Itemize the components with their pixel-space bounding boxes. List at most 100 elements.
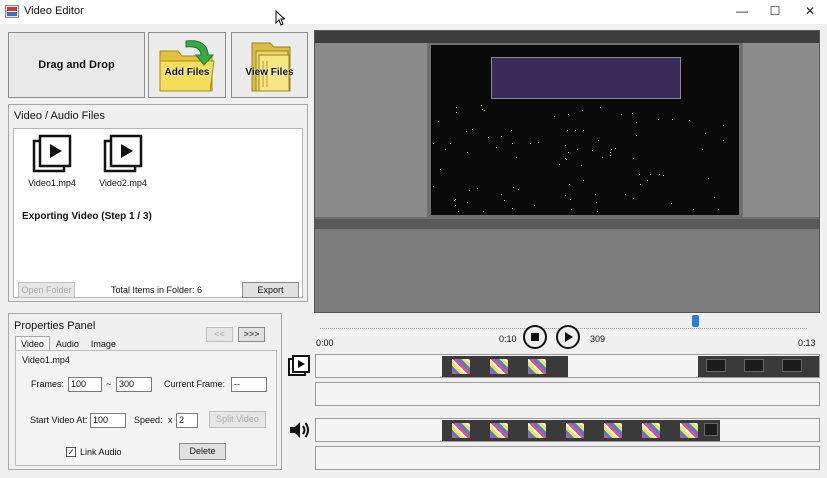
star bbox=[568, 114, 569, 115]
add-files-button[interactable]: Add Files bbox=[148, 32, 226, 98]
frames-to-input[interactable]: 300 bbox=[116, 377, 152, 392]
star bbox=[611, 149, 612, 150]
star bbox=[477, 188, 478, 189]
video-preview[interactable] bbox=[314, 30, 820, 313]
clip-thumbnail bbox=[528, 423, 546, 438]
star bbox=[610, 155, 611, 156]
video-editor-window: Video Editor — ☐ ✕ Drag and Drop Add Fil… bbox=[0, 0, 827, 478]
star bbox=[433, 143, 434, 144]
clip-thumbnail bbox=[782, 359, 802, 372]
star bbox=[633, 158, 634, 159]
star bbox=[482, 109, 483, 110]
star bbox=[583, 180, 584, 181]
star bbox=[501, 194, 502, 195]
drag-and-drop-label: Drag and Drop bbox=[38, 59, 115, 71]
file-name: Video1.mp4 bbox=[28, 178, 76, 188]
secondary-video-track[interactable] bbox=[315, 382, 820, 406]
star bbox=[534, 205, 535, 206]
star bbox=[633, 198, 634, 199]
star bbox=[671, 203, 672, 204]
properties-panel: Properties Panel << >>> Video Audio Imag… bbox=[8, 313, 282, 470]
close-button[interactable]: ✕ bbox=[792, 0, 827, 24]
star bbox=[512, 208, 513, 209]
file-item[interactable]: Video2.mp4 bbox=[88, 134, 158, 188]
start-video-at-label: Start Video At: bbox=[30, 415, 88, 425]
preview-editor-toolbar bbox=[315, 31, 819, 43]
play-icon bbox=[565, 332, 573, 342]
clip-thumbnail bbox=[706, 359, 726, 372]
star bbox=[565, 195, 566, 196]
audio-track[interactable] bbox=[315, 418, 820, 442]
star bbox=[647, 180, 648, 181]
star bbox=[718, 209, 719, 210]
star bbox=[530, 143, 531, 144]
title-bar: Video Editor — ☐ ✕ bbox=[0, 0, 827, 24]
play-button[interactable] bbox=[556, 325, 580, 349]
export-button[interactable]: Export bbox=[242, 282, 299, 298]
star bbox=[597, 211, 598, 212]
star bbox=[571, 209, 572, 210]
mouse-cursor-icon bbox=[275, 10, 285, 26]
split-video-button[interactable]: Split Video bbox=[209, 411, 266, 428]
video-clip[interactable] bbox=[698, 356, 819, 377]
star bbox=[455, 205, 456, 206]
open-folder-button[interactable]: Open Folder bbox=[18, 282, 75, 298]
properties-panel-title: Properties Panel bbox=[14, 320, 96, 332]
star bbox=[472, 129, 473, 130]
frame-number: 309 bbox=[590, 334, 606, 344]
star bbox=[481, 105, 482, 106]
star bbox=[650, 174, 651, 175]
preview-game-menu bbox=[491, 57, 681, 99]
stop-icon bbox=[531, 333, 539, 341]
selected-file-name: Video1.mp4 bbox=[22, 355, 70, 365]
star bbox=[625, 194, 626, 195]
star bbox=[454, 200, 455, 201]
minimize-button[interactable]: — bbox=[724, 0, 760, 24]
star bbox=[440, 169, 441, 170]
current-time: 0:10 bbox=[499, 334, 517, 344]
delete-button[interactable]: Delete bbox=[179, 443, 226, 460]
video-track[interactable] bbox=[315, 354, 820, 378]
next-button[interactable]: >>> bbox=[238, 327, 265, 342]
stop-button[interactable] bbox=[523, 325, 547, 349]
star bbox=[596, 202, 597, 203]
star bbox=[714, 197, 715, 198]
drag-and-drop-zone[interactable]: Drag and Drop bbox=[8, 32, 145, 98]
view-files-button[interactable]: View Files bbox=[231, 32, 308, 98]
audio-clip[interactable] bbox=[442, 420, 720, 441]
start-video-at-input[interactable]: 100 bbox=[90, 413, 126, 428]
maximize-button[interactable]: ☐ bbox=[757, 0, 793, 24]
star bbox=[602, 157, 603, 158]
star bbox=[455, 199, 456, 200]
star bbox=[702, 149, 703, 150]
file-item[interactable]: Video1.mp4 bbox=[17, 134, 87, 188]
star bbox=[512, 143, 513, 144]
star bbox=[636, 135, 637, 136]
star bbox=[456, 107, 457, 108]
video-tab-body: Video1.mp4 Frames: 100 ~ 300 Current Fra… bbox=[15, 350, 277, 466]
star bbox=[705, 133, 706, 134]
star bbox=[575, 130, 576, 131]
star bbox=[438, 121, 439, 122]
star bbox=[610, 152, 611, 153]
link-audio-checkbox[interactable]: ✓ bbox=[66, 447, 76, 457]
star bbox=[433, 186, 434, 187]
total-items-count: Total Items in Folder: 6 bbox=[111, 285, 203, 295]
speed-prefix: x bbox=[168, 415, 173, 425]
previous-button[interactable]: << bbox=[206, 327, 233, 342]
star bbox=[554, 116, 555, 117]
star bbox=[615, 148, 616, 149]
secondary-audio-track[interactable] bbox=[315, 446, 820, 470]
star bbox=[658, 119, 659, 120]
star bbox=[445, 149, 446, 150]
video-clip[interactable] bbox=[442, 356, 568, 377]
frames-from-input[interactable]: 100 bbox=[68, 377, 102, 392]
speed-input[interactable]: 2 bbox=[176, 413, 198, 428]
star bbox=[496, 147, 497, 148]
star bbox=[689, 120, 690, 121]
clip-thumbnail bbox=[528, 359, 546, 374]
current-frame-input[interactable]: -- bbox=[231, 377, 267, 392]
progress-thumb[interactable] bbox=[691, 315, 699, 327]
star bbox=[466, 131, 467, 132]
files-list: Video1.mp4 Video2.mp4 Exporting Video (S… bbox=[13, 128, 303, 298]
